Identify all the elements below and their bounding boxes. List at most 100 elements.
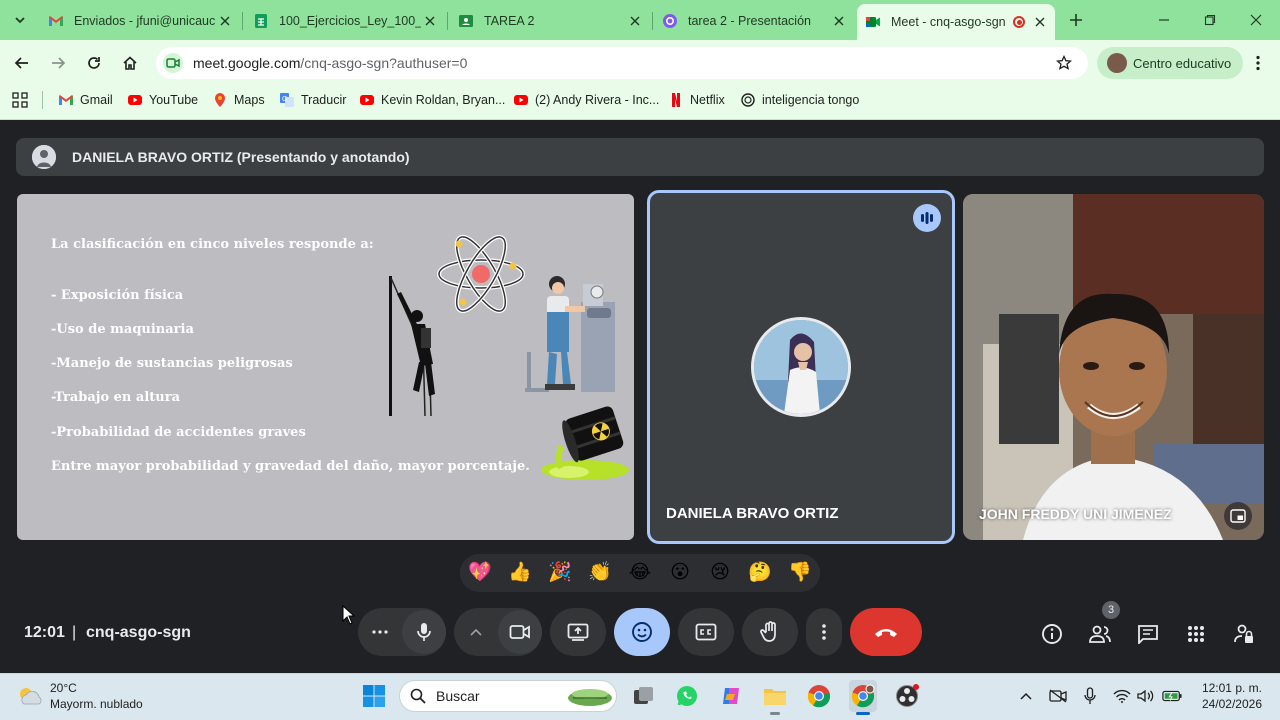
battery-charging-icon [1162,690,1182,702]
reaction-thinking[interactable]: 🤔 [747,561,773,585]
bookmark-andy-rivera[interactable]: (2) Andy Rivera - Inc... [513,92,659,108]
captions-button[interactable] [678,608,734,656]
raise-hand-button[interactable] [742,608,798,656]
close-icon[interactable] [216,12,234,30]
more-horizontal-icon [372,630,388,634]
avatar [751,317,851,417]
weather-temperature[interactable]: 20°C [50,681,77,695]
tray-battery[interactable] [1162,686,1182,706]
activities-button[interactable] [1182,620,1210,648]
chat-button[interactable] [1134,620,1162,648]
arrow-right-icon [52,57,66,69]
audio-options-button[interactable] [358,608,402,656]
close-window-button[interactable] [1242,6,1270,34]
tab-search-button[interactable] [6,6,34,34]
participant-tile-john[interactable] [963,194,1264,540]
taskbar-whatsapp[interactable] [673,682,701,710]
present-screen-button[interactable] [550,608,606,656]
profile-button[interactable]: Centro educativo [1097,47,1243,79]
taskbar-copilot[interactable] [717,682,745,710]
tray-meet-status[interactable] [1048,686,1068,706]
home-button[interactable] [116,49,144,77]
slide-bullet: -Manejo de sustancias peligrosas [51,356,293,371]
reactions-button[interactable] [614,608,670,656]
taskbar-obs[interactable] [893,682,921,710]
tab-gmail[interactable]: Enviados - jfuni@unicauc [40,6,240,36]
tray-microphone[interactable] [1080,686,1100,706]
back-button[interactable] [8,49,36,77]
picture-in-picture-icon [1230,509,1246,523]
reaction-laugh[interactable]: 😂 [627,561,653,585]
new-tab-button[interactable] [1062,6,1090,34]
task-view-button[interactable] [630,682,658,710]
start-button[interactable] [360,682,388,710]
cloudy-weather-icon[interactable] [16,684,46,708]
clock-time[interactable]: 12:01 p. m. [1196,681,1262,695]
bookmark-youtube[interactable]: YouTube [127,92,198,108]
bookmark-star-button[interactable] [1050,49,1078,77]
close-icon[interactable] [421,12,439,30]
bookmark-netflix[interactable]: Netflix [668,92,725,108]
chevron-up-icon [470,628,482,636]
tray-wifi[interactable] [1112,686,1132,706]
search-highlight-icon [568,689,612,706]
people-count-badge: 3 [1102,601,1120,619]
pin-tile-button[interactable] [1224,502,1252,530]
bookmark-label: inteligencia tongo [762,93,860,107]
clock-date[interactable]: 24/02/2026 [1196,697,1262,711]
tab-meet[interactable]: Meet - cnq-asgo-sgn [857,4,1055,40]
more-options-button[interactable] [806,608,842,656]
reaction-thumbs-up[interactable]: 👍 [507,561,533,585]
leave-call-button[interactable] [850,608,922,656]
bookmark-maps[interactable]: Maps [212,92,265,108]
whatsapp-icon [677,686,697,706]
show-hidden-icons-button[interactable] [1016,686,1036,706]
avatar [32,145,56,169]
bookmark-inteligencia-tongo[interactable]: inteligencia tongo [740,92,859,108]
forward-button[interactable] [44,49,72,77]
reaction-heart[interactable]: 💖 [467,561,493,585]
reaction-clap[interactable]: 👏 [587,561,613,585]
reload-button[interactable] [80,49,108,77]
tab-sheets[interactable]: 100_Ejercicios_Ley_100_R [245,6,445,36]
presentation-slide: La clasificación en cinco niveles respon… [17,194,634,540]
meeting-time: 12:01 [24,624,65,641]
canva-icon [663,14,677,28]
reaction-party[interactable]: 🎉 [547,561,573,585]
chevron-up-icon [1020,692,1032,700]
bookmark-traducir[interactable]: G Traducir [279,92,346,108]
site-info-button[interactable] [163,53,183,73]
meeting-details-button[interactable] [1038,620,1066,648]
people-button[interactable] [1086,620,1114,648]
taskbar-file-explorer[interactable] [761,682,789,710]
sheets-icon [255,14,267,28]
apps-button[interactable] [12,92,28,108]
activities-grid-icon [1188,626,1204,642]
reaction-surprised[interactable]: 😮 [667,561,693,585]
url-text[interactable]: meet.google.com/cnq-asgo-sgn?authuser=0 [193,55,467,71]
bookmark-gmail[interactable]: Gmail [58,92,113,108]
video-options-button[interactable] [454,608,498,656]
tray-volume[interactable] [1136,686,1156,706]
browser-menu-button[interactable] [1244,49,1272,77]
reaction-thumbs-down[interactable]: 👎 [787,561,813,585]
tab-divider [447,12,448,30]
camera-button[interactable] [498,610,542,654]
restore-button[interactable] [1196,6,1224,34]
reaction-sad[interactable]: 😢 [707,561,733,585]
taskbar-chrome-profile[interactable] [849,682,877,710]
weather-description[interactable]: Mayorm. nublado [50,697,143,711]
host-controls-button[interactable] [1230,620,1258,648]
tab-canva[interactable]: tarea 2 - Presentación [654,6,854,36]
tab-classroom[interactable]: TAREA 2 [450,6,650,36]
bookmark-kevin-roldan[interactable]: Kevin Roldan, Bryan... [359,92,505,108]
microphone-button[interactable] [402,610,446,654]
reload-icon [88,57,100,69]
taskbar-chrome[interactable] [805,682,833,710]
bookmark-label: YouTube [149,93,199,107]
close-icon[interactable] [1031,13,1049,31]
minimize-button[interactable] [1150,6,1178,34]
chrome-icon [807,685,831,708]
close-icon[interactable] [830,12,848,30]
close-icon[interactable] [626,12,644,30]
